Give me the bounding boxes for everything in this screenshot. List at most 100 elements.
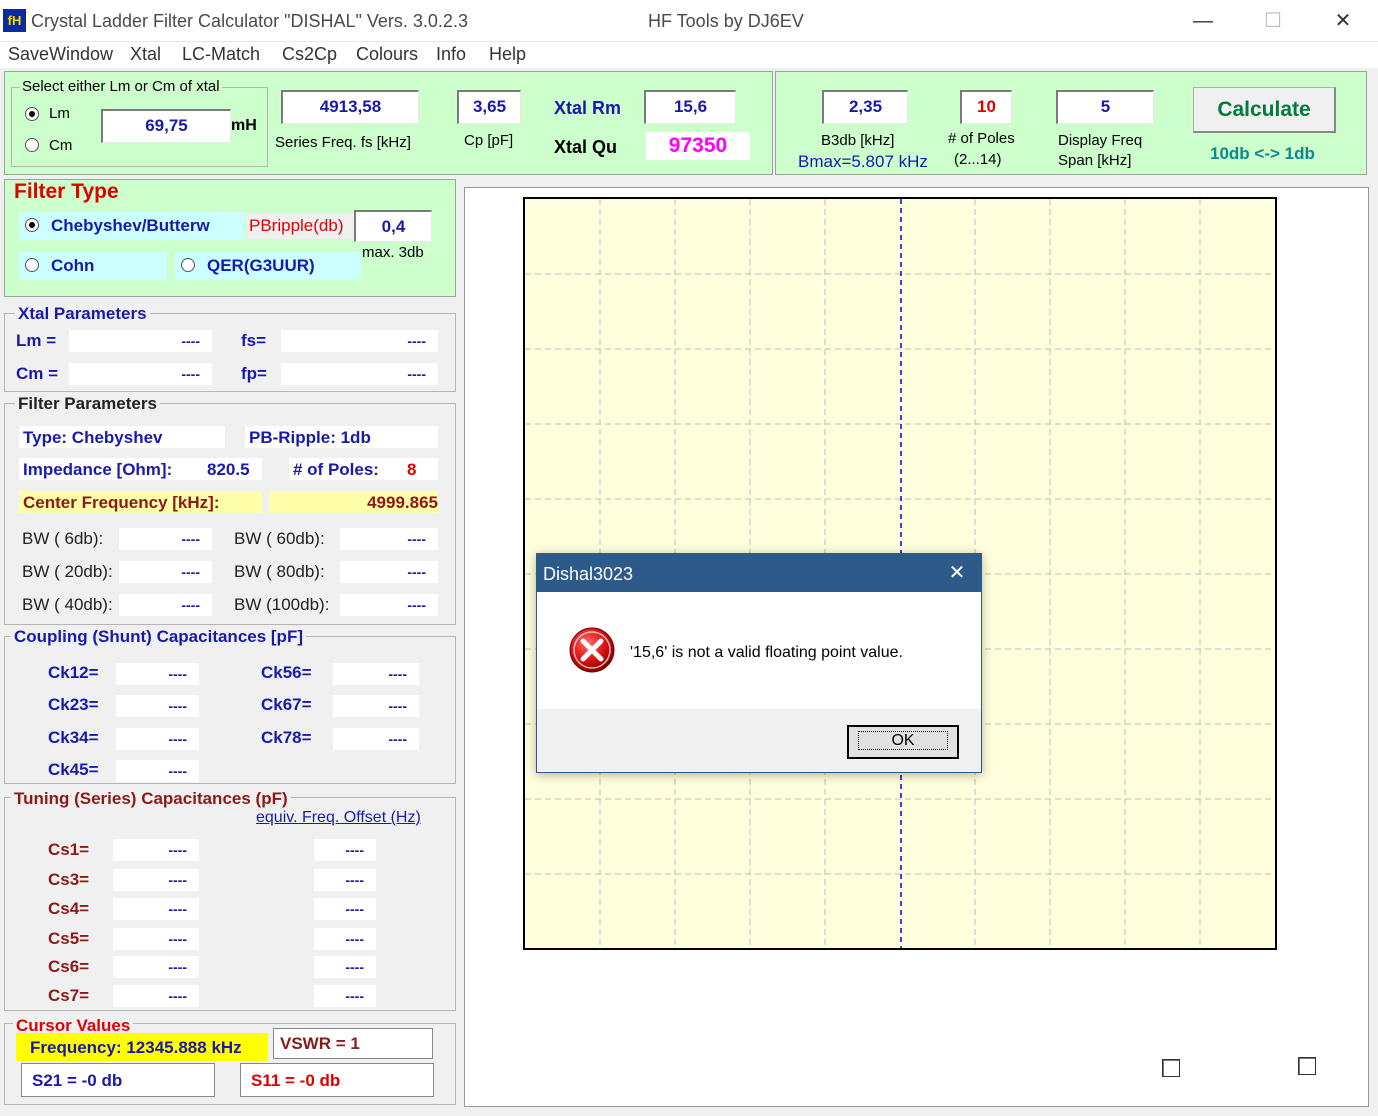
bw6-value: ---- — [119, 528, 212, 550]
filter-params-title: Filter Parameters — [15, 394, 160, 414]
maximize-icon[interactable]: ☐ — [1250, 5, 1296, 37]
cm-radio[interactable] — [25, 138, 39, 152]
ck78-label: Ck78= — [261, 728, 312, 747]
xtal-rm-input[interactable]: 15,6 — [644, 90, 736, 124]
filter-type-panel: Filter Type Chebyshev/Butterw PBripple(d… — [4, 179, 456, 297]
lm-unit: mH — [231, 117, 257, 134]
bw80-label: BW ( 80db): — [234, 562, 325, 581]
cm-param-label: Cm = — [16, 364, 59, 383]
close-icon[interactable]: ✕ — [1320, 5, 1366, 37]
cs7-offset: ---- — [314, 985, 376, 1007]
cohn-option[interactable]: Cohn — [19, 252, 167, 280]
bw80-value: ---- — [340, 561, 438, 583]
lm-label: Lm — [49, 105, 70, 122]
impedance-label: Impedance [Ohm]: — [23, 460, 173, 479]
pb-ripple-value: PB-Ripple: 1db — [249, 428, 371, 447]
cs3-offset: ---- — [314, 869, 376, 891]
cp-input[interactable]: 3,65 — [457, 90, 521, 124]
filter-poles-value: 8 — [407, 460, 417, 479]
xtal-qu-value: 97350 — [646, 132, 750, 160]
db-toggle-link[interactable]: 10db <-> 1db — [1210, 144, 1315, 164]
b3db-input[interactable]: 2,35 — [822, 90, 908, 124]
ck45-value: ---- — [116, 760, 199, 782]
coupling-group: Coupling (Shunt) Capacitances [pF] Ck12=… — [4, 627, 456, 784]
error-dialog: Dishal3023 ✕ '15,6' is not a valid float… — [536, 553, 982, 773]
qer-radio[interactable] — [181, 258, 195, 272]
dialog-title-bar: Dishal3023 ✕ — [537, 554, 981, 592]
ck67-value: ---- — [333, 695, 419, 717]
cs1-offset: ---- — [314, 839, 376, 861]
cohn-label: Cohn — [51, 256, 95, 275]
bw6-label: BW ( 6db): — [22, 529, 104, 548]
cheby-radio[interactable] — [25, 218, 39, 232]
cm-param-value: ---- — [69, 363, 212, 385]
dialog-close-icon[interactable]: ✕ — [941, 558, 973, 588]
cs5-value: ---- — [113, 928, 199, 950]
window-title: Crystal Ladder Filter Calculator "DISHAL… — [31, 11, 468, 31]
cs5-offset: ---- — [314, 928, 376, 950]
xtal-params-title: Xtal Parameters — [15, 304, 150, 324]
tuning-group: Tuning (Series) Capacitances (pF) equiv.… — [4, 789, 456, 1011]
cheby-option[interactable]: Chebyshev/Butterw — [19, 212, 245, 240]
checkbox-right[interactable] — [1298, 1057, 1316, 1075]
cs4-value: ---- — [113, 898, 199, 920]
cursor-frequency-box: Frequency: 12345.888 kHz — [16, 1033, 268, 1061]
cs3-label: Cs3= — [48, 870, 90, 889]
fs-param-value: ---- — [281, 330, 438, 352]
cheby-label: Chebyshev/Butterw — [51, 216, 210, 235]
impedance-value: 820.5 — [207, 460, 250, 479]
menu-xtal[interactable]: Xtal — [130, 44, 161, 65]
ck67-label: Ck67= — [261, 695, 312, 714]
bw40-label: BW ( 40db): — [22, 595, 113, 614]
minimize-icon[interactable]: — — [1180, 5, 1226, 37]
ripple-box: PB-Ripple: 1db — [245, 426, 438, 448]
cursor-group: Cursor Values Frequency: 12345.888 kHz V… — [4, 1016, 456, 1105]
xtal-qu-label: Xtal Qu — [554, 137, 618, 157]
poles-input[interactable]: 10 — [960, 90, 1012, 124]
bw20-value: ---- — [119, 561, 212, 583]
cs1-value: ---- — [113, 839, 199, 861]
bmax-label: Bmax=5.807 kHz — [798, 152, 928, 171]
ok-button[interactable]: OK — [847, 725, 959, 759]
b3db-label: B3db [kHz] — [821, 132, 895, 149]
type-value: Type: Chebyshev — [23, 428, 163, 447]
bw20-label: BW ( 20db): — [22, 562, 113, 581]
series-freq-input[interactable]: 4913,58 — [281, 90, 419, 124]
cs7-value: ---- — [113, 985, 199, 1007]
menu-lc-match[interactable]: LC-Match — [182, 44, 260, 65]
lm-radio[interactable] — [25, 107, 39, 121]
type-box: Type: Chebyshev — [19, 426, 225, 448]
bw100-label: BW (100db): — [234, 595, 330, 614]
s11-box: S11 = -0 db — [240, 1063, 434, 1097]
menu-savewindow[interactable]: SaveWindow — [8, 44, 113, 65]
ck12-value: ---- — [116, 663, 199, 685]
title-bar: fH Crystal Ladder Filter Calculator "DIS… — [0, 0, 1378, 42]
ck12-label: Ck12= — [48, 663, 99, 682]
cp-label: Cp [pF] — [464, 132, 514, 149]
menu-colours[interactable]: Colours — [356, 44, 418, 65]
span-label-1: Display Freq — [1058, 132, 1143, 149]
checkbox-left[interactable] — [1162, 1059, 1180, 1077]
dialog-message: '15,6' is not a valid floating point val… — [630, 644, 903, 661]
cs6-value: ---- — [113, 956, 199, 978]
cohn-radio[interactable] — [25, 258, 39, 272]
lm-param-value: ---- — [69, 330, 212, 352]
calculate-button[interactable]: Calculate — [1193, 87, 1336, 133]
fp-param-value: ---- — [281, 363, 438, 385]
freq-offset-link[interactable]: equiv. Freq. Offset (Hz) — [256, 809, 421, 827]
ck45-label: Ck45= — [48, 760, 99, 779]
menu-help[interactable]: Help — [489, 44, 526, 65]
qer-option[interactable]: QER(G3UUR) — [175, 252, 361, 280]
app-icon[interactable]: fH — [3, 9, 26, 32]
ripple-label: PBripple(db) — [247, 213, 355, 239]
span-input[interactable]: 5 — [1056, 90, 1154, 124]
center-label-box: Center Frequency [kHz]: — [19, 491, 262, 513]
cs1-label: Cs1= — [48, 840, 90, 859]
span-label-2: Span [kHz] — [1058, 152, 1132, 169]
lm-value-input[interactable]: 69,75 — [101, 109, 231, 143]
ripple-input[interactable]: 0,4 — [354, 210, 432, 242]
menu-info[interactable]: Info — [436, 44, 466, 65]
dialog-title: Dishal3023 — [543, 564, 634, 584]
menu-cs2cp[interactable]: Cs2Cp — [282, 44, 337, 65]
dialog-body: '15,6' is not a valid floating point val… — [537, 592, 981, 709]
